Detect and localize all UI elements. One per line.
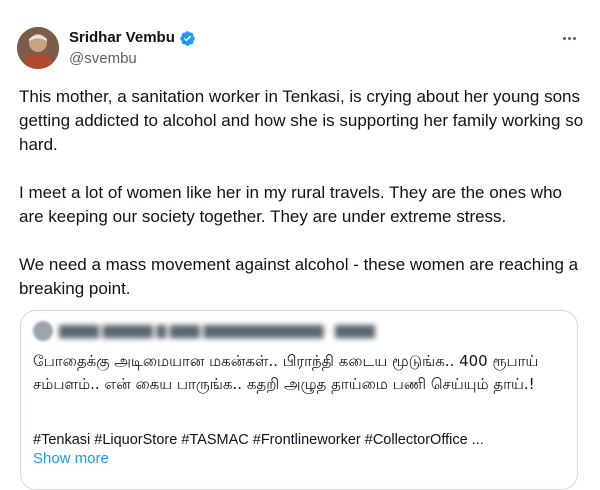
more-horizontal-icon [567,36,571,40]
quoted-tweet[interactable]: ▇▇▇▇ ▇▇▇▇▇ ▇ ▇▇▇ ▇▇▇▇▇▇▇▇▇▇▇▇ · ▇▇▇▇ போத… [20,310,578,490]
author-avatar[interactable] [17,27,59,69]
quoted-tweet-header-blurred: ▇▇▇▇ ▇▇▇▇▇ ▇ ▇▇▇ ▇▇▇▇▇▇▇▇▇▇▇▇ · ▇▇▇▇ [33,321,375,341]
blurred-author-info: ▇▇▇▇ ▇▇▇▇▇ ▇ ▇▇▇ ▇▇▇▇▇▇▇▇▇▇▇▇ · ▇▇▇▇ [59,323,375,338]
show-more-link[interactable]: Show more [33,449,109,469]
author-info: Sridhar Vembu @svembu [69,29,196,69]
tweet-paragraph: This mother, a sanitation worker in Tenk… [19,87,584,154]
author-handle[interactable]: @svembu [69,49,196,69]
quoted-tweet-text: போதைக்கு அடிமையான மகன்கள்.. பிராந்தி கடை… [33,352,539,393]
quoted-tweet-hashtags: #Tenkasi #LiquorStore #TASMAC #Frontline… [33,432,484,448]
more-horizontal-icon [562,36,566,40]
tweet-paragraph: I meet a lot of women like her in my rur… [19,183,562,226]
verified-badge-icon [179,30,196,47]
tweet-paragraph: We need a mass movement against alcohol … [19,255,579,298]
more-horizontal-icon [572,36,576,40]
more-options-button[interactable] [558,30,580,46]
tweet-text: This mother, a sanitation worker in Tenk… [19,85,584,325]
author-display-name[interactable]: Sridhar Vembu [69,29,175,47]
tweet-card: Sridhar Vembu @svembu This mother, a san… [0,0,600,490]
quoted-avatar [33,321,53,341]
